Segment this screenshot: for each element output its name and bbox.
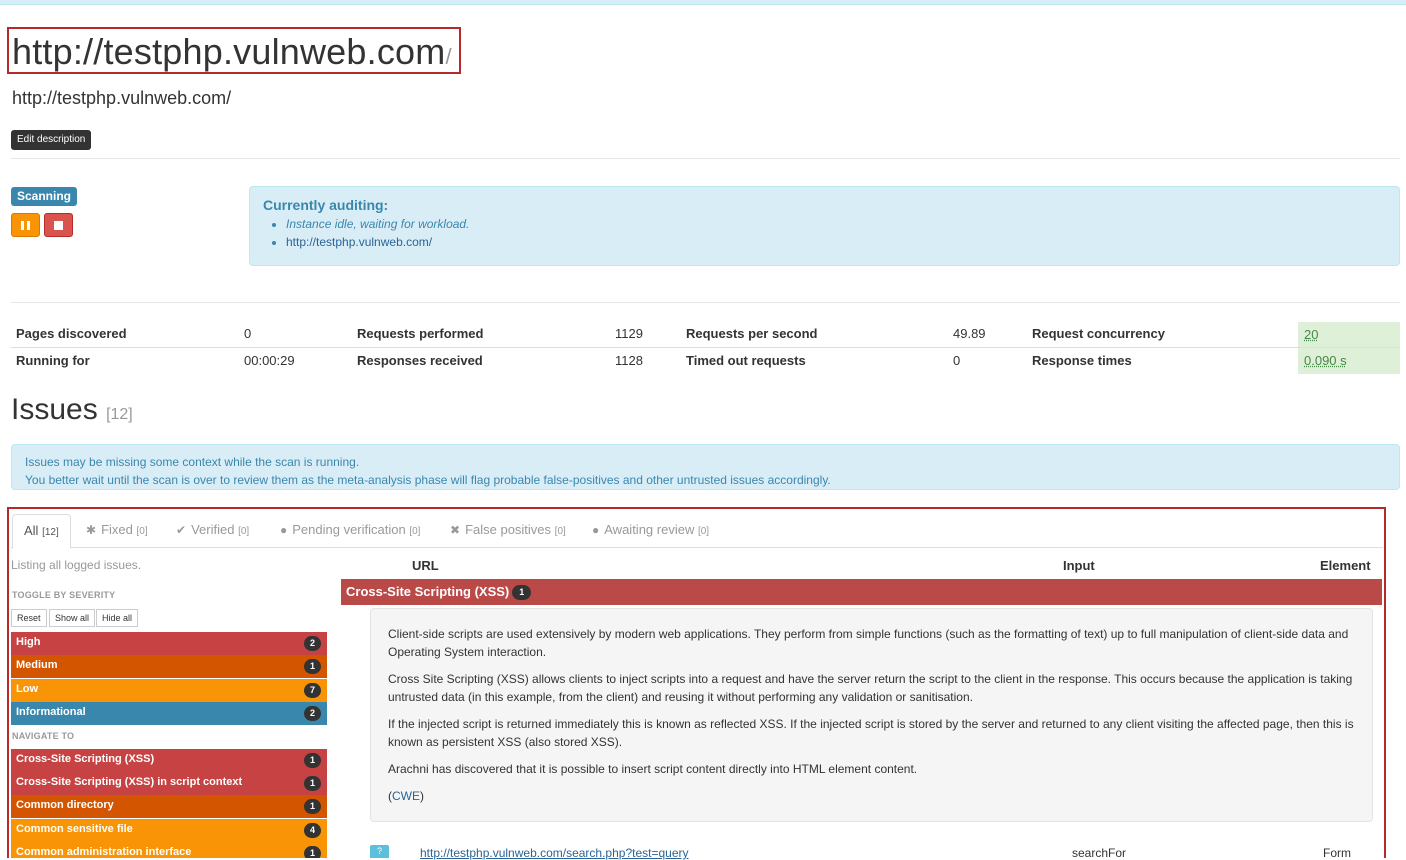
reset-button[interactable]: Reset xyxy=(11,609,47,627)
issues-heading: Issues [12] xyxy=(11,393,133,426)
stat-label: Requests performed xyxy=(357,326,484,341)
stat-label: Pages discovered xyxy=(16,326,127,341)
listing-text: Listing all logged issues. xyxy=(11,558,142,572)
page-title: http://testphp.vulnweb.com/ xyxy=(12,31,452,72)
auditing-item: http://testphp.vulnweb.com/ xyxy=(286,233,469,251)
column-header-element: Element xyxy=(1320,558,1371,573)
tab-awaiting-review[interactable]: ● Awaiting review [0] xyxy=(592,514,709,548)
pause-icon xyxy=(21,221,24,230)
info-icon: ● xyxy=(280,523,288,537)
scan-running-warning: Issues may be missing some context while… xyxy=(11,444,1400,490)
concurrency-cell: 20 xyxy=(1298,322,1400,348)
column-header-input: Input xyxy=(1063,558,1095,573)
stat-value: 20 xyxy=(1304,327,1319,342)
hide-all-button[interactable]: Hide all xyxy=(96,609,139,627)
stop-button[interactable] xyxy=(44,213,73,237)
toggle-severity-heading: TOGGLE BY SEVERITY xyxy=(12,590,116,600)
auditing-item: Instance idle, waiting for workload. xyxy=(286,215,469,233)
description-paragraph: Arachni has discovered that it is possib… xyxy=(388,762,918,776)
nav-item-xss-script-context[interactable]: Cross-Site Scripting (XSS) in script con… xyxy=(11,772,327,795)
severity-high[interactable]: High 2 xyxy=(11,632,327,655)
auditing-list: Instance idle, waiting for workload. htt… xyxy=(273,215,469,251)
severity-medium[interactable]: Medium 1 xyxy=(11,655,327,678)
description-paragraph: Cross Site Scripting (XSS) allows client… xyxy=(388,672,1353,704)
count-badge: 1 xyxy=(304,753,321,768)
count-badge: 4 xyxy=(304,823,321,838)
cwe-reference: (CWE) xyxy=(388,789,424,803)
stat-value: 0 xyxy=(953,353,961,368)
nav-item-common-sensitive-file[interactable]: Common sensitive file 4 xyxy=(11,819,327,842)
stats-row-divider xyxy=(11,347,1400,348)
stat-label: Timed out requests xyxy=(686,353,806,368)
navigate-to-heading: NAVIGATE TO xyxy=(12,731,75,741)
stat-value: 1128 xyxy=(615,353,643,368)
count-badge: 1 xyxy=(512,585,532,600)
divider xyxy=(11,302,1400,303)
site-url: http://testphp.vulnweb.com/ xyxy=(12,88,232,108)
stat-label: Running for xyxy=(16,353,90,368)
count-badge: 1 xyxy=(304,799,321,814)
warning-line: You better wait until the scan is over t… xyxy=(25,473,831,487)
response-times-cell: 0.090 s xyxy=(1298,348,1400,374)
column-header-url: URL xyxy=(412,558,439,573)
tab-fixed[interactable]: ✱ Fixed [0] xyxy=(86,514,148,548)
edit-description-button[interactable]: Edit description xyxy=(11,130,92,150)
issues-count: [12] xyxy=(106,406,133,423)
issue-description: Client-side scripts are used extensively… xyxy=(370,608,1373,822)
tab-pending-verification[interactable]: ● Pending verification [0] xyxy=(280,514,420,548)
tab-false-positives[interactable]: ✖ False positives [0] xyxy=(450,514,566,548)
description-paragraph: Client-side scripts are used extensively… xyxy=(388,627,1349,659)
nav-item-common-admin-interface[interactable]: Common administration interface 1 xyxy=(11,842,327,858)
description-paragraph: If the injected script is returned immed… xyxy=(388,717,1354,749)
top-border xyxy=(0,0,1406,5)
auditing-url-link[interactable]: http://testphp.vulnweb.com/ xyxy=(286,235,432,249)
question-icon[interactable]: ? xyxy=(370,845,389,858)
stat-label: Response times xyxy=(1032,353,1132,368)
warning-line: Issues may be missing some context while… xyxy=(25,455,360,469)
stop-icon xyxy=(54,221,63,230)
count-badge: 1 xyxy=(304,659,321,674)
pause-button[interactable] xyxy=(11,213,40,237)
stat-label: Request concurrency xyxy=(1032,326,1165,341)
show-all-button[interactable]: Show all xyxy=(49,609,96,627)
info-icon: ● xyxy=(592,523,600,537)
count-badge: 2 xyxy=(304,706,321,721)
count-badge: 2 xyxy=(304,636,321,651)
tab-all[interactable]: All [12] xyxy=(12,514,71,549)
asterisk-icon: ✱ xyxy=(86,523,97,537)
nav-item-xss[interactable]: Cross-Site Scripting (XSS) 1 xyxy=(11,749,327,772)
stat-value: 49.89 xyxy=(953,326,986,341)
severity-low[interactable]: Low 7 xyxy=(11,679,327,702)
nav-item-common-directory[interactable]: Common directory 1 xyxy=(11,795,327,818)
stat-value: 0 xyxy=(244,326,252,341)
issue-group-header[interactable]: Cross-Site Scripting (XSS) 1 xyxy=(341,579,1382,605)
auditing-panel: Currently auditing: Instance idle, waiti… xyxy=(249,186,1400,266)
count-badge: 7 xyxy=(304,683,321,698)
tab-verified[interactable]: ✔ Verified [0] xyxy=(176,514,249,548)
stat-label: Requests per second xyxy=(686,326,818,341)
cwe-link[interactable]: CWE xyxy=(392,789,420,803)
severity-informational[interactable]: Informational 2 xyxy=(11,702,327,725)
scan-status-badge: Scanning xyxy=(11,187,78,206)
pause-icon-bar xyxy=(27,221,30,230)
divider xyxy=(11,158,1400,159)
stat-label: Responses received xyxy=(357,353,483,368)
check-icon: ✔ xyxy=(176,523,187,537)
auditing-title: Currently auditing: xyxy=(263,197,389,213)
stat-value: 00:00:29 xyxy=(244,353,295,368)
count-badge: 1 xyxy=(304,776,321,791)
x-icon: ✖ xyxy=(450,523,461,537)
stat-value: 1129 xyxy=(615,326,643,341)
count-badge: 1 xyxy=(304,846,321,858)
stat-value: 0.090 s xyxy=(1304,353,1347,368)
